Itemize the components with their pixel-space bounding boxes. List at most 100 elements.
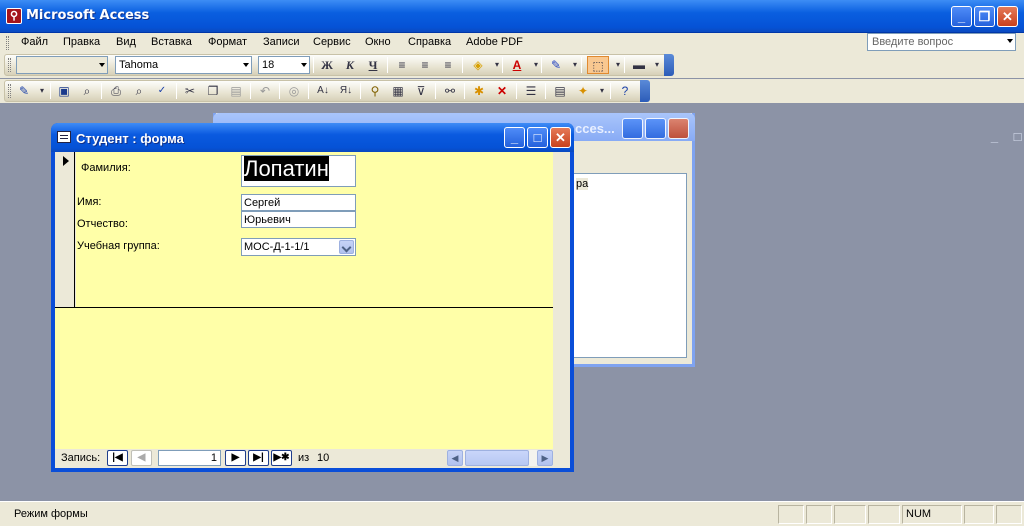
menu-view[interactable]: Вид: [116, 36, 136, 48]
help-icon[interactable]: ?: [616, 82, 634, 100]
last-record-button[interactable]: ▶|: [248, 450, 269, 466]
app-close-button[interactable]: ✕: [997, 6, 1018, 27]
form-minimize-button[interactable]: _: [504, 127, 525, 148]
restore-icon: ❐: [978, 9, 991, 24]
chevron-down-icon[interactable]: ▾: [527, 56, 545, 74]
maximize-icon: □: [533, 130, 542, 145]
italic-icon[interactable]: К: [341, 56, 359, 74]
print-preview-icon[interactable]: ⌕: [130, 82, 148, 100]
new-record-icon[interactable]: ✱: [470, 82, 488, 100]
menu-grip[interactable]: [6, 36, 9, 50]
object-combo[interactable]: [16, 56, 108, 74]
chevron-down-icon[interactable]: ▾: [488, 56, 506, 74]
record-selector[interactable]: [55, 152, 75, 307]
current-record-input[interactable]: 1: [158, 450, 221, 466]
find-icon[interactable]: ⚯: [441, 82, 459, 100]
separator: [502, 57, 503, 73]
app-maximize-button[interactable]: ❐: [974, 6, 995, 27]
toolbar-options-button[interactable]: [664, 54, 674, 76]
menu-insert[interactable]: Вставка: [151, 36, 192, 48]
form-window-title-bar[interactable]: Студент : форма _ □ ✕: [51, 123, 574, 152]
surname-field[interactable]: Лопатин: [241, 155, 356, 187]
spelling-icon[interactable]: ✓: [153, 82, 171, 100]
menu-window[interactable]: Окно: [365, 36, 391, 48]
db-close-button[interactable]: ✕: [668, 118, 689, 139]
border-icon[interactable]: ⬚: [587, 56, 609, 74]
cut-icon[interactable]: ✂: [181, 82, 199, 100]
database-objects-list[interactable]: ра: [571, 173, 687, 358]
menu-edit[interactable]: Правка: [63, 36, 100, 48]
status-bar: Режим формы NUM: [0, 501, 1024, 526]
object-name-fragment[interactable]: ра: [576, 178, 589, 190]
apply-filter-icon[interactable]: ⊽: [412, 82, 430, 100]
db-maximize-button[interactable]: □: [645, 118, 1021, 144]
chevron-down-icon[interactable]: [339, 240, 354, 254]
copy-icon[interactable]: ❐: [204, 82, 222, 100]
undo-icon[interactable]: ↶: [256, 82, 274, 100]
maximize-icon: □: [1013, 129, 1022, 144]
scroll-thumb[interactable]: [465, 450, 529, 466]
line-width-icon[interactable]: ▬: [630, 56, 648, 74]
view-icon[interactable]: ✎: [15, 82, 33, 100]
file-search-icon[interactable]: ⌕: [78, 82, 96, 100]
align-left-icon[interactable]: ≡: [393, 56, 411, 74]
form-client-area: Фамилия: Лопатин Имя: Сергей Отчество: Ю…: [55, 152, 570, 468]
form-window[interactable]: Студент : форма _ □ ✕ Фамилия: Лопатин И…: [51, 123, 574, 472]
font-size-combo[interactable]: 18: [258, 56, 310, 74]
hyperlink-icon[interactable]: ◎: [285, 82, 303, 100]
menu-records[interactable]: Записи: [263, 36, 300, 48]
sort-ascending-icon[interactable]: A↓: [314, 82, 332, 100]
line-color-icon[interactable]: ✎: [547, 56, 565, 74]
app-title-bar: ⚲ Microsoft Access _ ❐ ✕: [0, 0, 1024, 33]
first-record-button[interactable]: |◀: [107, 450, 128, 466]
menu-file[interactable]: Файл: [21, 36, 48, 48]
bold-icon[interactable]: Ж: [318, 56, 336, 74]
separator: [624, 57, 625, 73]
new-object-icon[interactable]: ✦: [574, 82, 592, 100]
font-color-icon[interactable]: A: [508, 56, 526, 74]
toolbar-options-button[interactable]: [640, 80, 650, 102]
scroll-right-icon[interactable]: ▶: [537, 450, 553, 466]
fill-color-icon[interactable]: ◈: [469, 56, 487, 74]
form-view-toolbar-row: ✎ ▾ ▣ ⌕ ⎙ ⌕ ✓ ✂ ❐ ▤ ↶ ◎ A↓ Я↓ ⚲ ▦ ⊽ ⚯ ✱ …: [0, 79, 1024, 104]
sort-descending-icon[interactable]: Я↓: [337, 82, 355, 100]
form-window-title: Студент : форма: [76, 131, 184, 146]
form-maximize-button[interactable]: □: [527, 127, 548, 148]
menu-tools[interactable]: Сервис: [313, 36, 351, 48]
form-icon[interactable]: [57, 131, 71, 143]
record-navigation-bar: Запись: |◀ ◀ 1 ▶ ▶| ▶✱ из 10 ◀ ▶: [55, 449, 570, 468]
font-name-combo[interactable]: Tahoma: [115, 56, 252, 74]
chevron-down-icon[interactable]: ▾: [593, 82, 611, 100]
app-minimize-button[interactable]: _: [951, 6, 972, 27]
database-window-icon[interactable]: ▤: [551, 82, 569, 100]
menu-format[interactable]: Формат: [208, 36, 247, 48]
delete-record-icon[interactable]: ✕: [493, 82, 511, 100]
menu-adobe-pdf[interactable]: Adobe PDF: [466, 36, 523, 48]
toolbar-grip[interactable]: [8, 84, 11, 98]
patronymic-field[interactable]: Юрьевич: [241, 211, 356, 228]
align-right-icon[interactable]: ≡: [439, 56, 457, 74]
align-center-icon[interactable]: ≡: [416, 56, 434, 74]
filter-by-selection-icon[interactable]: ⚲: [366, 82, 384, 100]
scroll-left-icon[interactable]: ◀: [447, 450, 463, 466]
chevron-down-icon[interactable]: ▾: [33, 82, 51, 100]
previous-record-button[interactable]: ◀: [131, 450, 152, 466]
new-record-button[interactable]: ▶✱: [271, 450, 292, 466]
toolbar-grip[interactable]: [8, 58, 11, 72]
save-icon[interactable]: ▣: [55, 82, 73, 100]
properties-icon[interactable]: ☰: [522, 82, 540, 100]
num-lock-indicator: NUM: [902, 505, 962, 524]
help-question-box[interactable]: Введите вопрос: [867, 33, 1016, 51]
paste-icon[interactable]: ▤: [227, 82, 245, 100]
name-field[interactable]: Сергей: [241, 194, 356, 211]
underline-icon[interactable]: Ч: [364, 56, 382, 74]
db-minimize-button[interactable]: _: [622, 118, 998, 144]
horizontal-scrollbar[interactable]: ◀ ▶: [447, 450, 553, 466]
filter-by-form-icon[interactable]: ▦: [389, 82, 407, 100]
access-app-icon[interactable]: ⚲: [6, 8, 22, 24]
form-close-button[interactable]: ✕: [550, 127, 571, 148]
menu-help[interactable]: Справка: [408, 36, 451, 48]
group-combo[interactable]: МОС-Д-1-1/1: [241, 238, 356, 256]
next-record-button[interactable]: ▶: [225, 450, 246, 466]
print-icon[interactable]: ⎙: [107, 82, 125, 100]
